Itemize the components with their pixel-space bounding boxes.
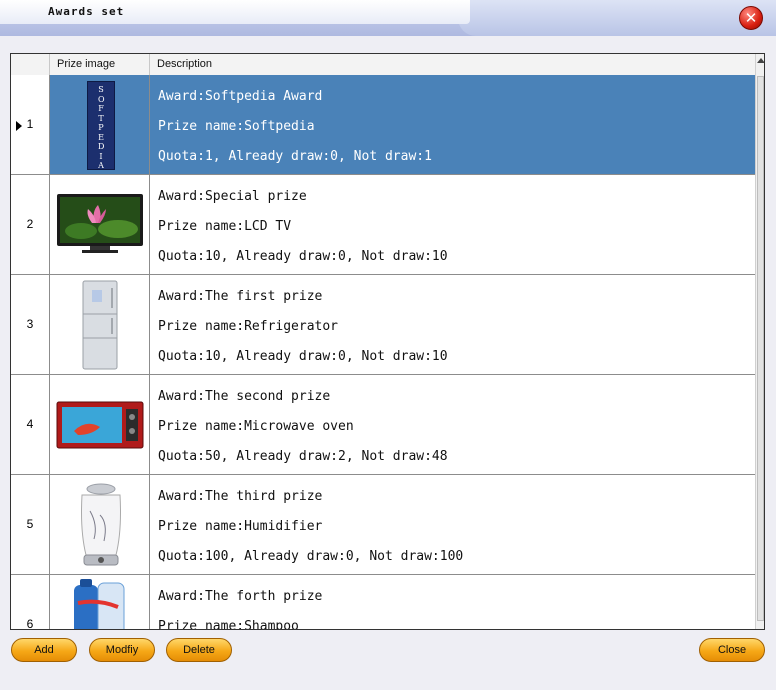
- description-cell: Award:The first prize Prize name:Refrige…: [150, 275, 755, 374]
- softpedia-logo-image: SOFTPEDIA: [87, 81, 115, 170]
- quota-text: Quota:10, Already draw:0, Not draw:10: [158, 249, 448, 264]
- quota-text: Quota:10, Already draw:0, Not draw:10: [158, 349, 448, 364]
- prize-name-text: Prize name:LCD TV: [158, 219, 292, 234]
- shampoo-image: [74, 579, 125, 629]
- table-row[interactable]: 6 Award:The forth prize Prize name:Shamp…: [11, 575, 755, 630]
- award-text: Award:The third prize: [158, 489, 323, 504]
- row-number: 4: [11, 375, 50, 474]
- prize-image-cell: [50, 475, 150, 574]
- refrigerator-image: [82, 280, 118, 370]
- title-bar: Awards set ✕: [0, 0, 776, 36]
- header-prize-image[interactable]: Prize image: [50, 54, 150, 75]
- microwave-oven-image: [56, 401, 144, 449]
- prize-image-cell: SOFTPEDIA: [50, 75, 150, 174]
- scroll-up-arrow-icon[interactable]: [757, 58, 764, 63]
- award-text: Award:The forth prize: [158, 589, 323, 604]
- table-row[interactable]: 5 Award:The third prize Prize name:Humid…: [11, 475, 755, 575]
- header-description[interactable]: Description: [150, 54, 755, 75]
- prize-image-cell: [50, 575, 150, 629]
- humidifier-image: [81, 483, 121, 566]
- prize-name-text: Prize name:Shampoo: [158, 619, 299, 630]
- close-icon[interactable]: ✕: [739, 6, 763, 30]
- lcd-tv-image: [57, 194, 143, 253]
- header-row-number: [11, 54, 50, 75]
- prize-image-cell: [50, 375, 150, 474]
- window-title: Awards set: [48, 5, 125, 18]
- quota-text: Quota:50, Already draw:2, Not draw:48: [158, 449, 448, 464]
- quota-text: Quota:1, Already draw:0, Not draw:1: [158, 149, 432, 164]
- current-row-arrow-icon: [16, 121, 22, 131]
- prize-image-cell: [50, 275, 150, 374]
- row-number: 1: [11, 75, 50, 174]
- table-row[interactable]: 1 SOFTPEDIA Award:Softpedia Award Prize …: [11, 75, 755, 175]
- prize-name-text: Prize name:Softpedia: [158, 119, 315, 134]
- row-number: 3: [11, 275, 50, 374]
- prize-name-text: Prize name:Humidifier: [158, 519, 323, 534]
- table-row[interactable]: 4 Award:The second prize Prize name:Micr…: [11, 375, 755, 475]
- description-cell: Award:Special prize Prize name:LCD TV Qu…: [150, 175, 755, 274]
- scroll-thumb[interactable]: [757, 76, 764, 621]
- grid-header: Prize image Description: [11, 54, 755, 76]
- delete-button[interactable]: Delete: [166, 638, 232, 662]
- table-row[interactable]: 3 Award:The first prize Prize name:Refri…: [11, 275, 755, 375]
- softpedia-logo-text: SOFTPEDIA: [98, 85, 105, 170]
- table-row[interactable]: 2 Award:Special prize Prize name:LCD TV: [11, 175, 755, 275]
- row-number: 6: [11, 575, 50, 629]
- award-text: Award:The first prize: [158, 289, 323, 304]
- award-text: Award:Softpedia Award: [158, 89, 323, 104]
- description-cell: Award:The second prize Prize name:Microw…: [150, 375, 755, 474]
- description-cell: Award:Softpedia Award Prize name:Softped…: [150, 75, 755, 174]
- add-button[interactable]: Add: [11, 638, 77, 662]
- quota-text: Quota:100, Already draw:0, Not draw:100: [158, 549, 464, 564]
- award-text: Award:Special prize: [158, 189, 307, 204]
- prize-name-text: Prize name:Refrigerator: [158, 319, 339, 334]
- awards-grid: Prize image Description 1 SOFTPEDIA Awar…: [10, 53, 765, 630]
- close-button[interactable]: Close: [699, 638, 765, 662]
- vertical-scrollbar[interactable]: [755, 54, 764, 629]
- description-cell: Award:The forth prize Prize name:Shampoo: [150, 575, 755, 630]
- title-decoration: [458, 0, 776, 36]
- row-number: 5: [11, 475, 50, 574]
- modify-button[interactable]: Modfiy: [89, 638, 155, 662]
- description-cell: Award:The third prize Prize name:Humidif…: [150, 475, 755, 574]
- prize-image-cell: [50, 175, 150, 274]
- row-number: 2: [11, 175, 50, 274]
- award-text: Award:The second prize: [158, 389, 331, 404]
- prize-name-text: Prize name:Microwave oven: [158, 419, 354, 434]
- awards-set-window: Awards set ✕ Prize image Description 1 S…: [0, 0, 776, 690]
